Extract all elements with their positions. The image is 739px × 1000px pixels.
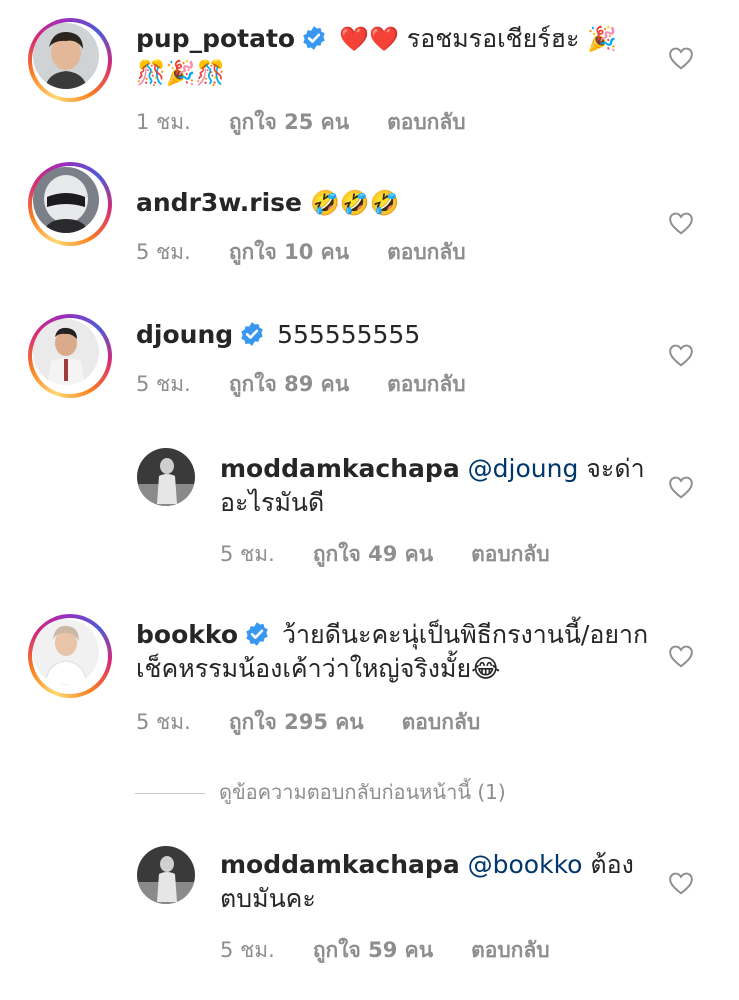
avatar[interactable] [137, 846, 195, 904]
comment-username[interactable]: pup_potato [136, 24, 295, 53]
comment-username[interactable]: bookko [136, 620, 238, 649]
comment-likes[interactable]: ถูกใจ 25 คน [229, 110, 349, 134]
comment-likes[interactable]: ถูกใจ 49 คน [313, 542, 433, 566]
divider-line [135, 793, 205, 794]
reply-button[interactable]: ตอบกลับ [387, 240, 466, 264]
comment-likes[interactable]: ถูกใจ 59 คน [313, 938, 433, 962]
comment-time: 5 ชม. [136, 372, 191, 396]
mention-link[interactable]: @djoung [468, 454, 579, 483]
heart-outline-icon[interactable] [668, 871, 694, 895]
comment-username[interactable]: djoung [136, 320, 233, 349]
avatar [33, 167, 99, 233]
heart-outline-icon[interactable] [668, 343, 694, 367]
view-previous-replies-button[interactable]: ดูข้อความตอบกลับก่อนหน้านี้ (1) [135, 776, 506, 808]
reply-button[interactable]: ตอบกลับ [402, 710, 481, 734]
avatar-story-ring[interactable] [28, 162, 112, 246]
verified-badge-icon [241, 322, 263, 346]
heart-outline-icon[interactable] [668, 46, 694, 70]
comment-text: 555555555 [277, 320, 421, 349]
comment-time: 5 ชม. [220, 938, 275, 962]
heart-outline-icon[interactable] [668, 211, 694, 235]
mention-link[interactable]: @bookko [468, 850, 583, 879]
reply-button[interactable]: ตอบกลับ [387, 372, 466, 396]
comment-username[interactable]: moddamkachapa [220, 454, 460, 483]
avatar [33, 319, 99, 385]
reply-button[interactable]: ตอบกลับ [387, 110, 466, 134]
comment-likes[interactable]: ถูกใจ 10 คน [229, 240, 349, 264]
avatar-story-ring[interactable] [28, 18, 112, 102]
comment-time: 5 ชม. [220, 542, 275, 566]
verified-badge-icon [246, 622, 268, 646]
comment-likes[interactable]: ถูกใจ 89 คน [229, 372, 349, 396]
avatar [33, 23, 99, 89]
avatar [33, 619, 99, 685]
comment-username[interactable]: moddamkachapa [220, 850, 460, 879]
avatar[interactable] [137, 448, 195, 506]
heart-outline-icon[interactable] [668, 475, 694, 499]
comment-likes[interactable]: ถูกใจ 295 คน [229, 710, 364, 734]
verified-badge-icon [303, 26, 325, 50]
comment-time: 5 ชม. [136, 240, 191, 264]
comment-text: รอชมรอเชียร์ฮะ [406, 24, 580, 53]
comment-username[interactable]: andr3w.rise [136, 188, 302, 217]
comment-text: 🤣🤣🤣 [309, 189, 400, 217]
reply-button[interactable]: ตอบกลับ [471, 542, 550, 566]
avatar-story-ring[interactable] [28, 314, 112, 398]
reply-button[interactable]: ตอบกลับ [471, 938, 550, 962]
heart-outline-icon[interactable] [668, 644, 694, 668]
view-previous-replies-label: ดูข้อความตอบกลับก่อนหน้านี้ (1) [219, 780, 506, 804]
avatar-story-ring[interactable] [28, 614, 112, 698]
comment-time: 5 ชม. [136, 710, 191, 734]
comment-time: 1 ชม. [136, 110, 191, 134]
comment-emoji: ❤️❤️ [339, 25, 399, 53]
